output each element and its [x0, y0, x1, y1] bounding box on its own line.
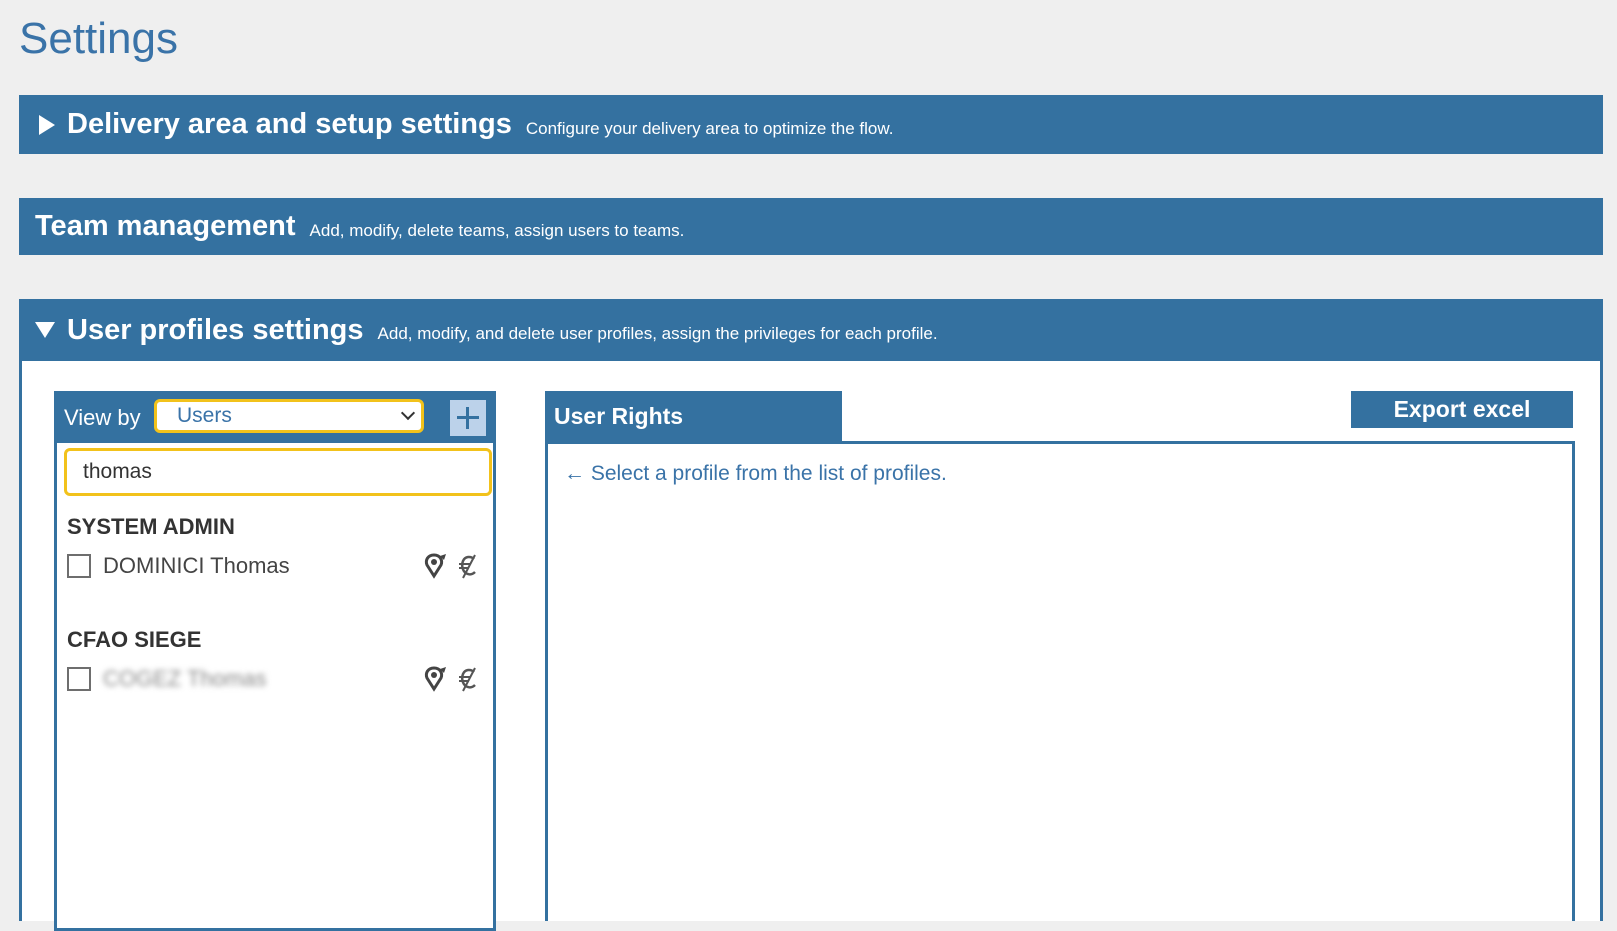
user-name: DOMINICI Thomas — [103, 553, 290, 578]
location-pin-icon[interactable] — [423, 552, 449, 580]
location-pin-icon[interactable] — [423, 665, 449, 693]
user-search-input[interactable] — [64, 448, 492, 496]
caret-right-icon — [39, 114, 55, 135]
no-euro-icon[interactable] — [455, 665, 481, 693]
section-title: Delivery area and setup settings — [67, 108, 512, 140]
section-team-header[interactable]: Team management Add, modify, delete team… — [19, 198, 1603, 255]
user-list-panel: View by Users SYSTEM ADMIN DOMINICI Thom… — [54, 391, 496, 931]
page-title: Settings — [19, 14, 178, 63]
tab-user-rights[interactable]: User Rights — [545, 391, 842, 443]
chevron-down-icon — [400, 405, 416, 421]
caret-down-icon — [35, 322, 55, 338]
group-title: SYSTEM ADMIN — [67, 514, 235, 539]
group-title: CFAO SIEGE — [67, 627, 202, 652]
section-delivery-header[interactable]: Delivery area and setup settings Configu… — [19, 95, 1603, 154]
view-by-select[interactable]: Users — [154, 399, 424, 433]
user-rights-content: ← Select a profile from the list of prof… — [545, 441, 1575, 921]
user-checkbox[interactable] — [67, 554, 91, 578]
select-profile-hint: ← Select a profile from the list of prof… — [564, 462, 947, 485]
section-description: Add, modify, and delete user profiles, a… — [377, 324, 938, 343]
view-by-label: View by — [64, 405, 141, 430]
list-header: View by Users — [54, 391, 496, 443]
user-checkbox[interactable] — [67, 667, 91, 691]
section-description: Add, modify, delete teams, assign users … — [309, 220, 685, 240]
export-excel-button[interactable]: Export excel — [1351, 391, 1573, 428]
section-description: Configure your delivery area to optimize… — [525, 118, 894, 138]
add-profile-button[interactable] — [450, 400, 486, 436]
view-by-value: Users — [177, 404, 232, 427]
user-name: COGEZ Thomas — [103, 666, 267, 691]
user-row: COGEZ Thomas — [67, 665, 487, 695]
user-row: DOMINICI Thomas — [67, 552, 487, 582]
user-profiles-panel: View by Users SYSTEM ADMIN DOMINICI Thom… — [19, 361, 1603, 931]
section-title: Team management — [35, 210, 296, 242]
no-euro-icon[interactable] — [455, 552, 481, 580]
section-user-profiles-header[interactable]: User profiles settings Add, modify, and … — [19, 299, 1603, 361]
section-title: User profiles settings — [67, 313, 364, 346]
